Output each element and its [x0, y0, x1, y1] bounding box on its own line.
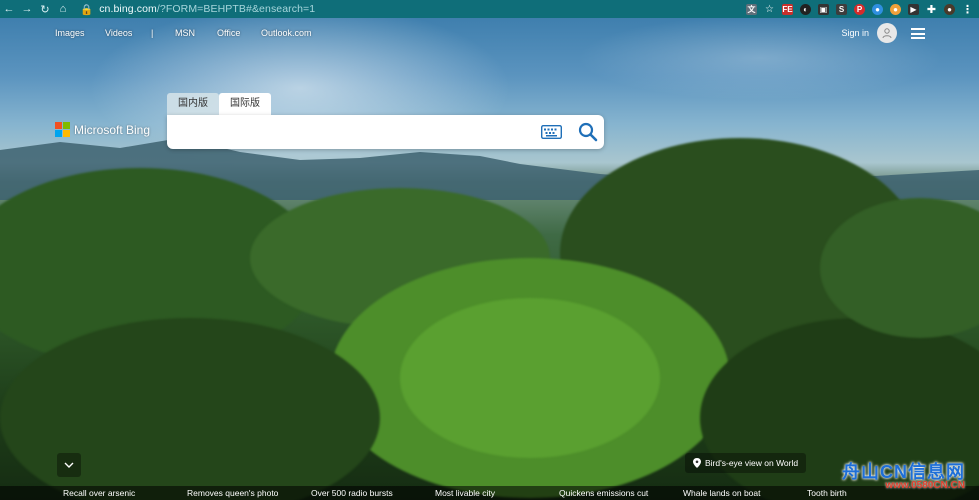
tab-international[interactable]: 国际版: [219, 93, 271, 115]
reload-icon[interactable]: ↻: [36, 0, 54, 18]
search-box: [167, 115, 604, 149]
news-item[interactable]: Over 500 radio bursts: [311, 488, 393, 498]
keyboard-icon[interactable]: [541, 125, 562, 139]
extension-s-icon[interactable]: S: [836, 3, 847, 15]
nav-outlook-link[interactable]: Outlook.com: [261, 28, 312, 38]
brand-name: Microsoft Bing: [74, 122, 151, 137]
news-item[interactable]: Recall over arsenic: [63, 488, 135, 498]
user-avatar-icon[interactable]: [877, 23, 897, 43]
extension-play-icon[interactable]: ▶: [908, 3, 919, 15]
address-bar[interactable]: 🔒 cn.bing.com/?FORM=BEHPTB#&ensearch=1: [80, 3, 315, 16]
nav-office-link[interactable]: Office: [217, 28, 240, 38]
site-watermark: 舟山CN信息网 www.0580CN.CN: [791, 458, 971, 498]
extension-blue-icon[interactable]: ●: [872, 3, 883, 15]
image-location-text: Bird's-eye view on World: [705, 458, 799, 468]
extension-fe-icon[interactable]: FE: [782, 3, 793, 15]
nav-images-link[interactable]: Images: [55, 28, 85, 38]
translate-icon[interactable]: 文: [746, 3, 757, 15]
back-icon[interactable]: ←: [0, 0, 18, 18]
image-location-info[interactable]: Bird's-eye view on World: [685, 453, 807, 473]
forward-icon[interactable]: →: [18, 0, 36, 18]
bing-logo[interactable]: Microsoft Bing: [55, 122, 150, 137]
news-item[interactable]: Whale lands on boat: [683, 488, 761, 498]
news-item[interactable]: Quickens emissions cut: [559, 488, 648, 498]
extension-pinterest-icon[interactable]: P: [854, 3, 865, 15]
extension-camera-icon[interactable]: ▣: [818, 3, 829, 15]
profile-avatar-icon[interactable]: ●: [944, 3, 955, 15]
sign-in-link[interactable]: Sign in: [841, 28, 869, 38]
home-icon[interactable]: ⌂: [54, 0, 72, 18]
nav-divider: |: [151, 28, 154, 38]
tab-domestic[interactable]: 国内版: [167, 93, 219, 115]
background-image: [0, 18, 979, 500]
nav-msn-link[interactable]: MSN: [175, 28, 195, 38]
nav-videos-link[interactable]: Videos: [105, 28, 132, 38]
chevron-down-icon: [64, 462, 74, 468]
news-item[interactable]: Removes queen's photo: [187, 488, 278, 498]
search-region-tabs: 国内版 国际版: [167, 93, 271, 115]
top-navigation: Images Videos | MSN Office Outlook.com: [0, 28, 979, 42]
search-input[interactable]: [177, 122, 531, 144]
extension-cookie-icon[interactable]: ●: [890, 3, 901, 15]
search-icon[interactable]: [577, 121, 599, 143]
extension-dark-icon[interactable]: ◐: [800, 3, 811, 15]
lock-icon: 🔒: [80, 3, 94, 16]
hamburger-menu-icon[interactable]: [911, 28, 925, 39]
url-path: /?FORM=BEHPTB#&ensearch=1: [156, 3, 316, 15]
extensions-area: 文 ☆ FE ◐ ▣ S P ● ● ▶ ✚ ● ⋮: [746, 0, 973, 18]
watermark-url: www.0580CN.CN: [885, 480, 965, 491]
scroll-down-button[interactable]: [57, 453, 81, 477]
browser-toolbar: ← → ↻ ⌂ 🔒 cn.bing.com/?FORM=BEHPTB#&ense…: [0, 0, 979, 18]
news-item[interactable]: Most livable city: [435, 488, 495, 498]
microsoft-logo-icon: [55, 122, 70, 137]
browser-menu-icon[interactable]: ⋮: [962, 4, 973, 16]
bookmark-star-icon[interactable]: ☆: [764, 4, 775, 15]
extensions-puzzle-icon[interactable]: ✚: [926, 4, 937, 16]
url-host: cn.bing.com: [99, 3, 157, 15]
location-pin-icon: [693, 458, 701, 468]
